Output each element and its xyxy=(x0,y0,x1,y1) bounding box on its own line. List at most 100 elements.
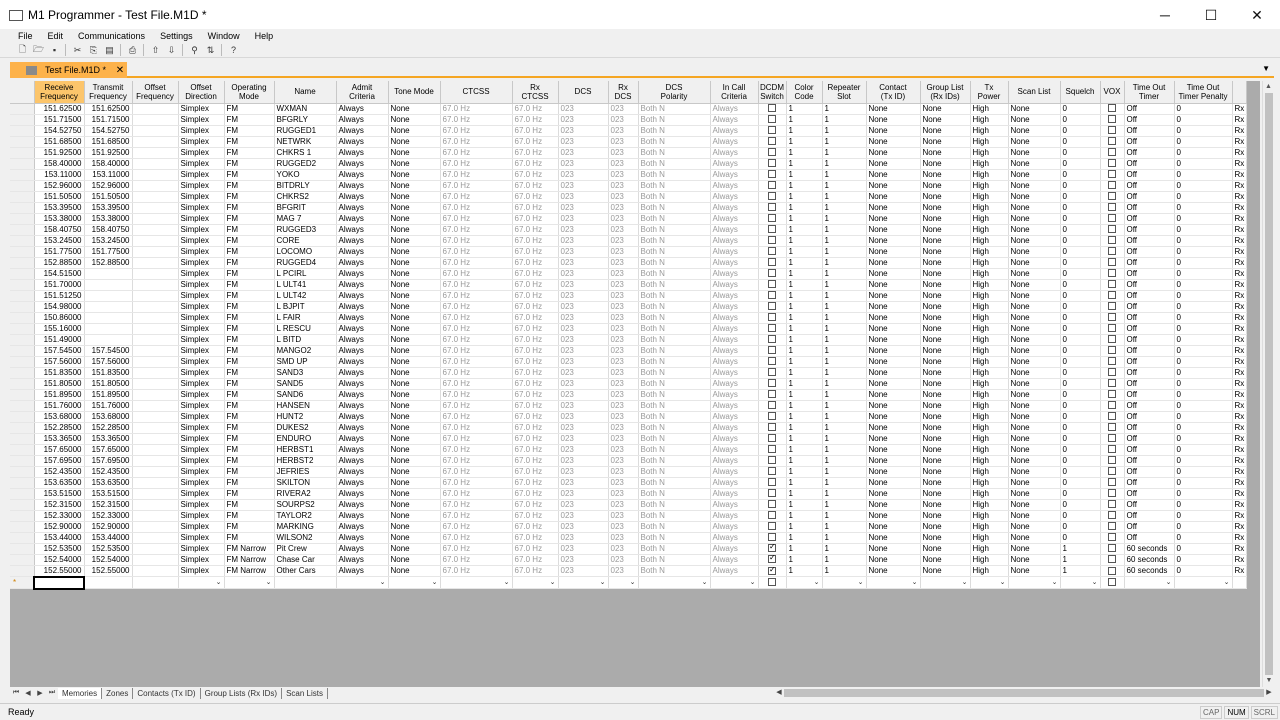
cell-tx-power[interactable]: High xyxy=(970,103,1009,115)
cell-ctcss[interactable]: 67.0 Hz xyxy=(440,103,513,115)
cell-color-code[interactable]: 1 xyxy=(786,510,823,522)
cell-tone-mode[interactable]: None xyxy=(388,279,441,291)
dropdown-chevron-icon[interactable]: ⌄ xyxy=(266,578,272,588)
cell-transmit-frequency[interactable]: 152.43500 xyxy=(84,466,133,478)
cell-dcs-polarity[interactable]: Both N xyxy=(638,301,711,313)
cell-receive-frequency[interactable]: 153.68000 xyxy=(34,411,85,423)
dropdown-chevron-icon[interactable]: ⌄ xyxy=(750,578,756,588)
cell-admit-criteria[interactable]: Always xyxy=(336,279,389,291)
cell-in-call-criteria[interactable]: Always xyxy=(710,235,759,247)
cell-offset-frequency[interactable] xyxy=(132,400,179,412)
row-header[interactable] xyxy=(10,191,35,203)
document-tab-close-icon[interactable]: ✕ xyxy=(113,65,127,76)
cell-rx-dcs[interactable]: 023 xyxy=(608,246,639,258)
cell-tx-power[interactable]: High xyxy=(970,499,1009,511)
copy-icon[interactable]: ⎘ xyxy=(86,44,101,57)
cell-color-code[interactable]: 1 xyxy=(786,499,823,511)
cell-admit-criteria[interactable]: Always xyxy=(336,378,389,390)
cell-dcs[interactable]: 023 xyxy=(558,224,609,236)
cell-in-call-criteria[interactable]: Always xyxy=(710,532,759,544)
cell-color-code[interactable]: 1 xyxy=(786,202,823,214)
column-header-ctcss[interactable]: CTCSS xyxy=(440,81,513,104)
cell-offset-direction[interactable]: Simplex xyxy=(178,466,225,478)
cell-squelch[interactable]: 1 xyxy=(1060,554,1101,566)
cell-scan-list[interactable]: None xyxy=(1008,224,1061,236)
cell-admit-criteria[interactable]: Always xyxy=(336,191,389,203)
cell-receive-frequency[interactable]: 157.65000 xyxy=(34,444,85,456)
cell-receive-frequency[interactable]: 152.90000 xyxy=(34,521,85,533)
paste-icon[interactable]: ▤ xyxy=(102,44,117,57)
cell-offset-direction[interactable]: Simplex xyxy=(178,389,225,401)
cell-contact[interactable]: None xyxy=(866,422,921,434)
cell-offset-direction[interactable]: Simplex xyxy=(178,246,225,258)
cell-repeater-slot[interactable]: 1 xyxy=(822,521,867,533)
cell-in-call-criteria[interactable]: Always xyxy=(710,103,759,115)
cell-group-list[interactable]: None xyxy=(920,543,971,555)
cell-tx-power[interactable]: High xyxy=(970,389,1009,401)
cell-dcs-polarity[interactable]: Both N xyxy=(638,312,711,324)
cell-time-out-timer[interactable]: 60 seconds xyxy=(1124,543,1175,555)
cell-color-code[interactable]: 1 xyxy=(786,444,823,456)
cell-tx-power[interactable]: High xyxy=(970,180,1009,192)
cell-dcs[interactable]: 023 xyxy=(558,521,609,533)
cell-name[interactable]: DUKES2 xyxy=(274,422,337,434)
column-header-admit-criteria[interactable]: Admit Criteria xyxy=(336,81,389,104)
cell-squelch[interactable]: 0 xyxy=(1060,521,1101,533)
cell-dcs-polarity[interactable]: Both N xyxy=(638,565,711,577)
cell-squelch[interactable]: 0 xyxy=(1060,147,1101,159)
cell-scan-list[interactable]: None xyxy=(1008,246,1061,258)
row-header[interactable] xyxy=(10,444,35,456)
cell-repeater-slot[interactable]: 1 xyxy=(822,356,867,368)
cell-name[interactable]: LOCOMO xyxy=(274,246,337,258)
cell-squelch[interactable]: 0 xyxy=(1060,301,1101,313)
checkbox[interactable] xyxy=(1108,390,1116,399)
cell-repeater-slot[interactable]: 1 xyxy=(822,565,867,577)
cell-rx-dcs[interactable]: 023 xyxy=(608,543,639,555)
cell-tx-power[interactable]: High xyxy=(970,301,1009,313)
cell-vox[interactable] xyxy=(1100,378,1125,390)
cell-time-out-timer-penalty[interactable]: 0 xyxy=(1174,422,1233,434)
cell-rx-extra[interactable]: Rx xyxy=(1232,323,1248,335)
sort-icon[interactable]: ⇅ xyxy=(203,44,218,57)
cell-dcdm-switch[interactable] xyxy=(758,433,787,445)
cell-vox[interactable] xyxy=(1100,246,1125,258)
cell-tone-mode[interactable]: None xyxy=(388,400,441,412)
cell-offset-frequency[interactable] xyxy=(132,433,179,445)
cell-squelch[interactable]: 0 xyxy=(1060,202,1101,214)
cell-group-list[interactable]: None xyxy=(920,565,971,577)
row-header[interactable] xyxy=(10,169,35,181)
cell-tx-power[interactable]: High xyxy=(970,356,1009,368)
cell-color-code[interactable]: 1 xyxy=(786,290,823,302)
checkbox[interactable] xyxy=(768,554,776,564)
cell-time-out-timer[interactable]: Off xyxy=(1124,213,1175,225)
cell-repeater-slot[interactable]: 1 xyxy=(822,125,867,137)
row-header[interactable] xyxy=(10,521,35,533)
cell-dcs-polarity[interactable]: Both N xyxy=(638,136,711,148)
cell-dcs-polarity[interactable]: Both N xyxy=(638,477,711,489)
cell-group-list[interactable]: None xyxy=(920,433,971,445)
cell-operating-mode[interactable]: FM xyxy=(224,466,275,478)
cell-ctcss[interactable]: 67.0 Hz xyxy=(440,389,513,401)
new-row-cell[interactable]: ⌄ xyxy=(638,576,711,589)
cell-group-list[interactable]: None xyxy=(920,532,971,544)
cell-color-code[interactable]: 1 xyxy=(786,147,823,159)
row-header[interactable] xyxy=(10,312,35,324)
cell-receive-frequency[interactable]: 153.24500 xyxy=(34,235,85,247)
cell-rx-ctcss[interactable]: 67.0 Hz xyxy=(512,554,559,566)
cell-color-code[interactable]: 1 xyxy=(786,268,823,280)
cell-color-code[interactable]: 1 xyxy=(786,213,823,225)
cell-squelch[interactable]: 0 xyxy=(1060,180,1101,192)
cell-time-out-timer[interactable]: Off xyxy=(1124,477,1175,489)
cell-admit-criteria[interactable]: Always xyxy=(336,521,389,533)
cell-repeater-slot[interactable]: 1 xyxy=(822,510,867,522)
cell-rx-extra[interactable]: Rx xyxy=(1232,422,1248,434)
cell-operating-mode[interactable]: FM Narrow xyxy=(224,565,275,577)
menu-window[interactable]: Window xyxy=(198,31,245,41)
new-row-cell[interactable]: ⌄ xyxy=(558,576,609,589)
cell-rx-extra[interactable]: Rx xyxy=(1232,499,1248,511)
cell-ctcss[interactable]: 67.0 Hz xyxy=(440,356,513,368)
cell-offset-frequency[interactable] xyxy=(132,334,179,346)
cell-transmit-frequency[interactable]: 152.31500 xyxy=(84,499,133,511)
cell-time-out-timer[interactable]: Off xyxy=(1124,444,1175,456)
cell-vox[interactable] xyxy=(1100,235,1125,247)
